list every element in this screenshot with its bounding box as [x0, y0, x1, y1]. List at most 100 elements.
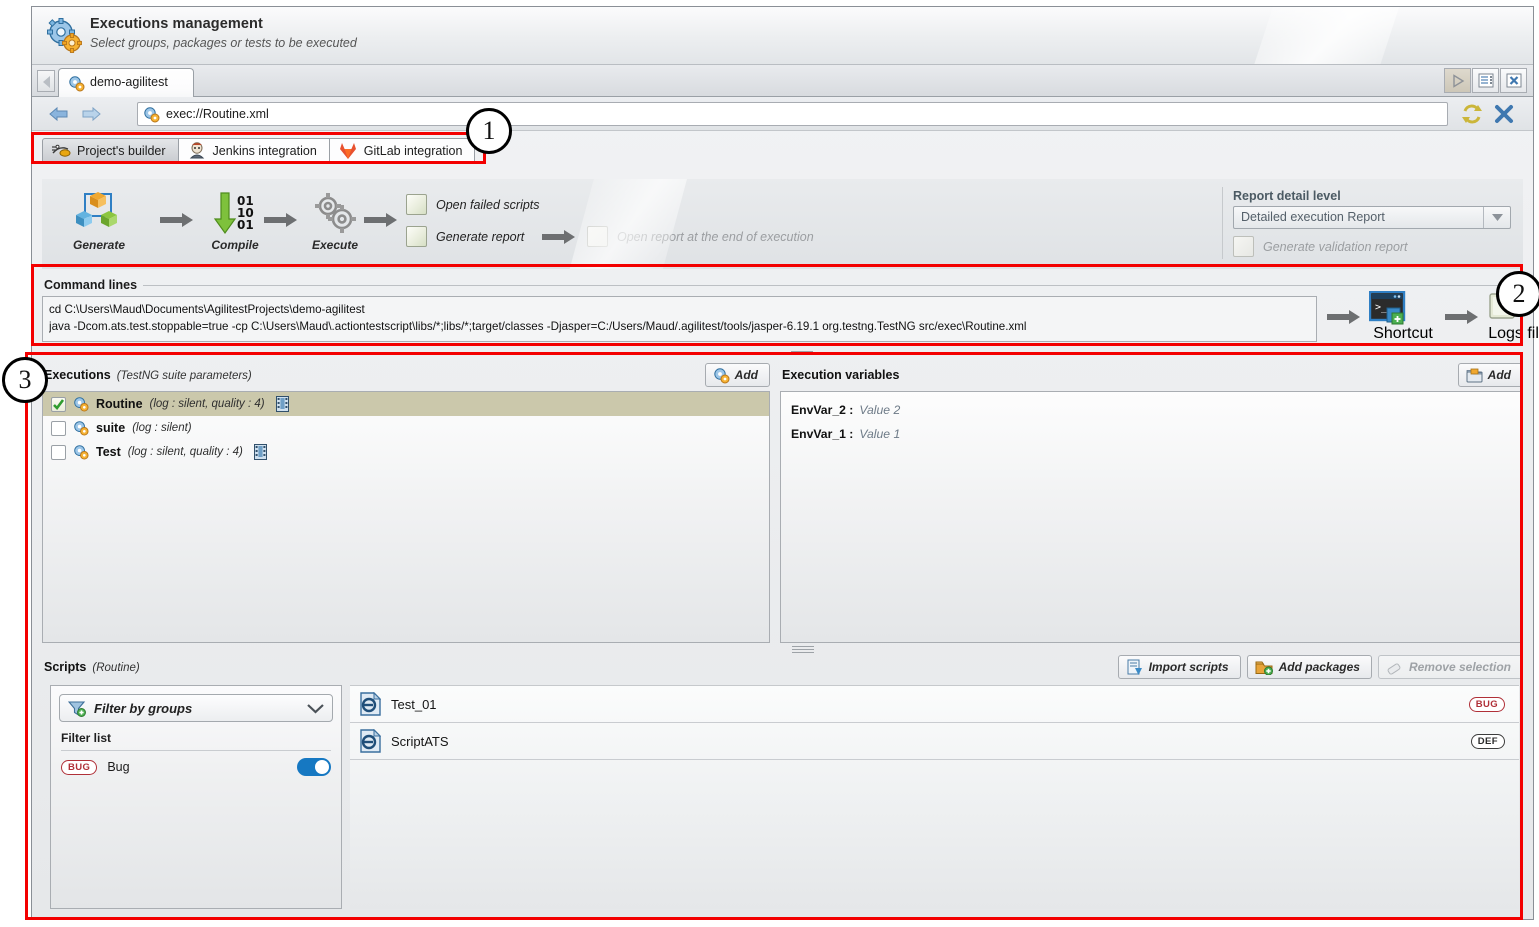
refresh-button[interactable]	[1461, 103, 1483, 125]
executions-panel: Executions (TestNG suite parameters) Add	[42, 363, 770, 643]
row-checkbox[interactable]	[51, 420, 66, 436]
table-row[interactable]: suite (log : silent)	[43, 416, 769, 440]
open-report-checkbox	[587, 226, 608, 247]
application-window: Executions management Select groups, pac…	[0, 0, 1539, 927]
eraser-icon	[1386, 660, 1403, 675]
horizontal-splitter[interactable]	[791, 351, 813, 356]
table-row[interactable]: Test (log : silent, quality : 4)	[43, 440, 769, 464]
build-pipeline: Generate 01 10 01 Compile Execute Open f…	[42, 179, 1523, 269]
gears-icon	[143, 106, 160, 123]
execution-variables-add-label: Add	[1487, 368, 1511, 382]
add-packages-button[interactable]: Add packages	[1246, 655, 1372, 679]
url-bar: exec://Routine.xml	[32, 97, 1533, 131]
video-icon	[253, 444, 267, 460]
status-badge: DEF	[1470, 733, 1505, 749]
command-line-2: java -Dcom.ats.test.stoppable=true -cp C…	[49, 320, 1027, 333]
report-detail-level-title: Report detail level	[1233, 189, 1341, 203]
annotation-marker-3: 3	[2, 357, 48, 403]
filter-item-toggle[interactable]	[297, 758, 331, 776]
close-button[interactable]	[1493, 103, 1515, 125]
triangle-left-icon	[43, 76, 50, 88]
tab-label: GitLab integration	[363, 144, 463, 158]
annotation-marker-1: 1	[466, 108, 512, 154]
import-scripts-button[interactable]: Import scripts	[1117, 655, 1241, 679]
generate-validation-report-option: Generate validation report	[1233, 236, 1511, 257]
open-failed-scripts-option[interactable]: Open failed scripts	[406, 194, 540, 215]
command-lines-group: Command lines cd C:\Users\Maud\Documents…	[42, 277, 1539, 349]
open-failed-scripts-checkbox[interactable]	[406, 194, 427, 215]
tab-scroll-left-button[interactable]	[37, 70, 55, 92]
ats-script-icon	[360, 729, 381, 753]
import-scripts-icon	[1126, 659, 1143, 675]
list-icon	[1478, 73, 1493, 88]
svg-text:>_: >_	[1375, 302, 1388, 313]
builder-tabs: Project's builder Jenkins integration Gi…	[42, 138, 476, 170]
execution-meta: (log : silent)	[132, 422, 192, 434]
forward-button[interactable]	[80, 105, 102, 123]
open-failed-scripts-label: Open failed scripts	[436, 197, 540, 212]
builder-icon	[51, 142, 71, 160]
list-item[interactable]: EnvVar_2 : Value 2	[781, 398, 1522, 422]
url-value: exec://Routine.xml	[166, 107, 269, 121]
report-detail-level-select[interactable]: Detailed execution Report	[1233, 206, 1511, 229]
tab-projects-builder[interactable]: Project's builder	[42, 138, 179, 164]
variable-value: Value 1	[859, 427, 901, 441]
list-item[interactable]: BUG Bug	[59, 751, 333, 783]
tab-demo-agilitest[interactable]: demo-agilitest	[58, 68, 194, 97]
list-item[interactable]: Test_01 BUG	[350, 686, 1519, 723]
list-item[interactable]: ScriptATS DEF	[350, 723, 1519, 760]
script-name: Test_01	[391, 696, 437, 712]
gears-icon	[68, 75, 85, 92]
tab-jenkins-integration[interactable]: Jenkins integration	[177, 138, 330, 164]
scripts-buttons: Import scripts Add packages Remove selec…	[1117, 655, 1523, 679]
generate-step[interactable]: Generate	[56, 189, 142, 252]
import-icon	[1466, 368, 1483, 383]
tab-label: demo-agilitest	[90, 75, 168, 89]
arrow-right-icon	[160, 212, 194, 228]
generate-report-checkbox[interactable]	[406, 226, 427, 247]
main-window: Executions management Select groups, pac…	[31, 6, 1539, 920]
list-item[interactable]: EnvVar_1 : Value 1	[781, 422, 1522, 446]
generate-validation-report-label: Generate validation report	[1263, 239, 1408, 254]
filter-by-groups-select[interactable]: Filter by groups	[59, 694, 333, 722]
executions-list: Routine (log : silent, quality : 4) suit…	[42, 391, 770, 643]
back-button[interactable]	[48, 105, 70, 123]
arrow-right-icon	[1327, 309, 1361, 325]
tab-label: Project's builder	[77, 144, 166, 158]
close-all-button[interactable]	[1500, 68, 1527, 93]
open-report-option: Open report at the end of execution	[587, 226, 814, 247]
ats-script-icon	[360, 692, 381, 716]
remove-selection-button: Remove selection	[1377, 655, 1523, 679]
table-row[interactable]: Routine (log : silent, quality : 4)	[43, 392, 769, 416]
compile-label: Compile	[211, 238, 259, 252]
row-checkbox[interactable]	[51, 444, 66, 460]
url-input[interactable]: exec://Routine.xml	[137, 102, 1448, 126]
scripts-subtitle: (Routine)	[92, 662, 140, 674]
variable-key: EnvVar_1 :	[791, 427, 854, 441]
list-button[interactable]	[1472, 68, 1499, 93]
tab-gitlab-integration[interactable]: GitLab integration	[328, 138, 476, 164]
row-checkbox[interactable]	[51, 396, 66, 412]
script-name: ScriptATS	[391, 733, 449, 749]
variable-key: EnvVar_2 :	[791, 403, 854, 417]
refresh-icon	[1462, 104, 1482, 124]
scripts-section: Scripts (Routine) Import scripts Add pac…	[42, 655, 1523, 913]
gears-icon	[46, 17, 84, 55]
gitlab-icon	[338, 142, 358, 160]
variable-value: Value 2	[859, 403, 901, 417]
shortcut-button[interactable]: >_ Shortcut	[1369, 291, 1437, 343]
arrow-right-icon	[1445, 309, 1479, 325]
command-lines-textarea[interactable]: cd C:\Users\Maud\Documents\AgilitestProj…	[42, 296, 1317, 342]
page-subtitle: Select groups, packages or tests to be e…	[90, 36, 357, 50]
executions-header: Executions (TestNG suite parameters) Add	[42, 363, 770, 391]
executions-add-button[interactable]: Add	[704, 363, 770, 387]
generate-report-option[interactable]: Generate report	[406, 226, 524, 247]
play-icon	[1452, 73, 1464, 88]
play-button[interactable]	[1444, 68, 1471, 93]
generate-label: Generate	[72, 238, 126, 252]
execution-variables-title: Execution variables	[782, 368, 900, 382]
execution-variables-add-button[interactable]: Add	[1457, 363, 1523, 387]
gears-icon	[713, 367, 730, 384]
jenkins-icon	[187, 142, 207, 160]
execution-variables-header: Execution variables Add	[780, 363, 1523, 391]
